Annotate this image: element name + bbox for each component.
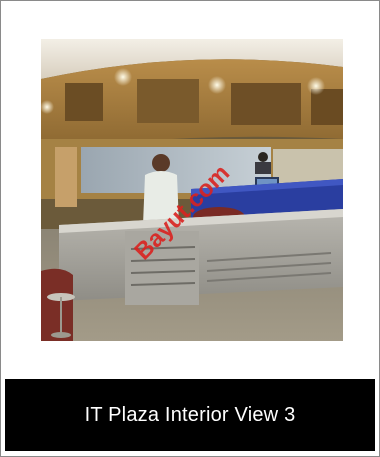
interior-photo[interactable]: Bayut.com [41,39,343,341]
caption-bar: IT Plaza Interior View 3 [5,379,375,451]
image-card: Bayut.com IT Plaza Interior View 3 [0,0,380,457]
interior-photo-render [41,39,343,341]
caption-title: IT Plaza Interior View 3 [84,403,296,426]
